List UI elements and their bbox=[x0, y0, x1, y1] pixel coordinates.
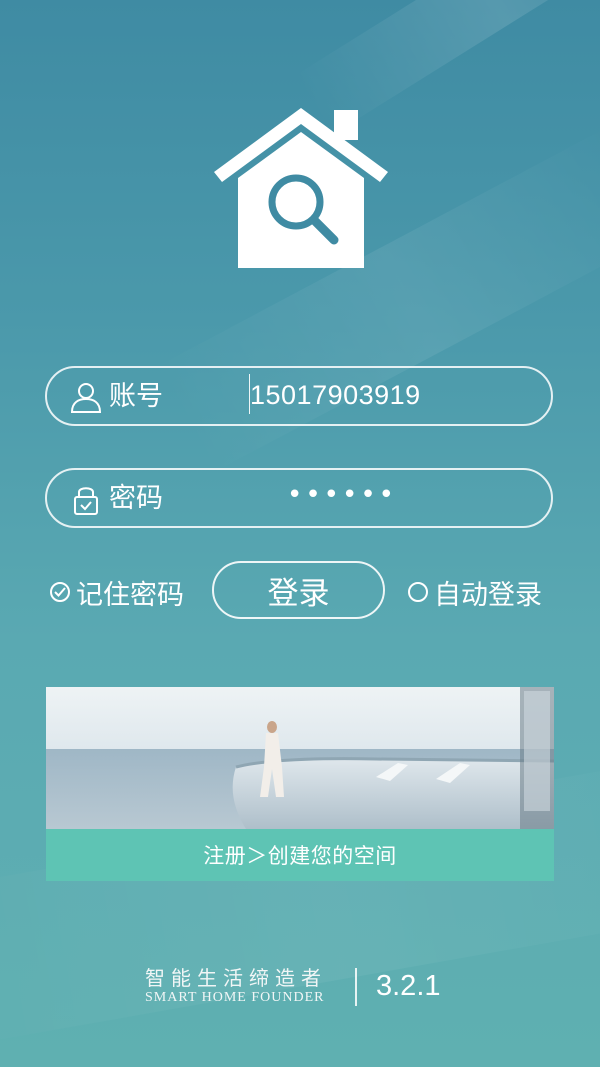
password-label: 密码 bbox=[109, 483, 163, 514]
remember-password-checkbox[interactable]: 记住密码 bbox=[50, 572, 184, 612]
register-link[interactable]: 注册＞创建您的空间 bbox=[46, 829, 554, 881]
banner-photo bbox=[46, 687, 554, 829]
remember-password-label: 记住密码 bbox=[76, 579, 184, 611]
footer-divider bbox=[355, 968, 357, 1006]
user-icon bbox=[70, 383, 102, 413]
app-version: 3.2.1 bbox=[376, 970, 441, 1002]
slogan-english: SMART HOME FOUNDER bbox=[145, 990, 325, 1005]
house-search-icon bbox=[214, 108, 388, 268]
slogan-chinese: 智能生活缔造者 bbox=[145, 966, 327, 990]
footer: 智能生活缔造者 SMART HOME FOUNDER 3.2.1 bbox=[0, 962, 600, 1012]
password-field[interactable]: 密码 •••••• bbox=[45, 468, 553, 528]
auto-login-checkbox[interactable]: 自动登录 bbox=[408, 572, 542, 612]
radio-circle-icon bbox=[408, 582, 428, 602]
account-field[interactable]: 账号 15017903919 bbox=[45, 366, 553, 426]
lock-icon bbox=[74, 487, 98, 515]
login-button[interactable]: 登录 bbox=[212, 561, 385, 619]
register-banner[interactable]: 注册＞创建您的空间 bbox=[46, 687, 554, 881]
auto-login-label: 自动登录 bbox=[434, 579, 542, 611]
check-circle-icon bbox=[50, 582, 70, 602]
account-label: 账号 bbox=[109, 381, 163, 412]
password-input[interactable]: •••••• bbox=[287, 478, 397, 512]
account-input[interactable]: 15017903919 bbox=[250, 378, 421, 412]
